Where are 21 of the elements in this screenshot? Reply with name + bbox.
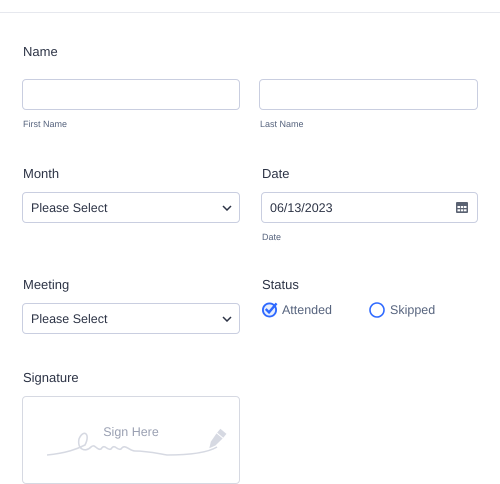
chevron-icon [222,204,232,210]
field-caption: First Name [23,119,68,129]
field-caption: Last Name [260,119,304,129]
checked-radio-icon[interactable] [262,301,278,318]
calendar-icon[interactable] [456,202,468,213]
field-label: Date [262,166,290,182]
field-label: Signature [23,370,79,386]
date-field[interactable]: 06/13/2023 [261,192,478,223]
chevron-icon [222,316,232,322]
text-field[interactable] [22,79,240,110]
field-label: Meeting [23,277,70,293]
select-field[interactable]: Please Select [22,192,240,223]
radio-icon[interactable] [369,301,386,318]
radio-label[interactable]: Attended [282,302,332,316]
field-label: Status [262,277,299,293]
field-label: Month [23,166,60,182]
select-field[interactable]: Please Select [22,303,240,334]
text-field[interactable] [259,79,478,110]
field-label: Name [23,44,58,60]
radio-label[interactable]: Skipped [390,302,436,316]
field-caption: Date [262,232,282,242]
